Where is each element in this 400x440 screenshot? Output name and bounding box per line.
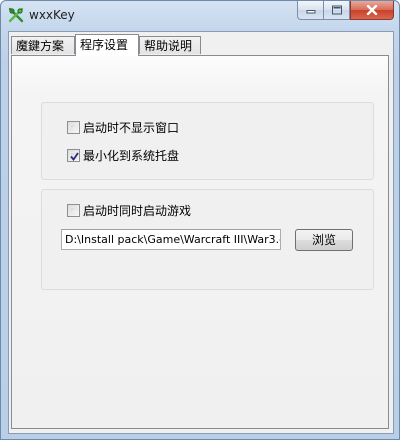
hide-window-option[interactable]: 启动时不显示窗口 (67, 119, 179, 135)
window-client-area: 魔鍵方案 程序设置 帮助说明 启动时不显示窗口 最小化到系统托盘 启动时同时启动… (8, 31, 394, 434)
app-window: wxxKey 魔鍵方案 程序设置 帮助说明 启动时不显示窗口 最小化到系统托盘 … (0, 0, 400, 440)
minimize-button[interactable] (297, 1, 323, 20)
settings-panel: 启动时不显示窗口 最小化到系统托盘 启动时同时启动游戏 D:\Install p… (11, 55, 389, 429)
close-icon (366, 5, 378, 15)
minimize-to-tray-checkbox[interactable] (67, 148, 80, 162)
minimize-to-tray-label[interactable]: 最小化到系统托盘 (83, 147, 179, 164)
tab-help[interactable]: 帮助说明 (139, 36, 201, 54)
launch-game-checkbox[interactable] (67, 203, 80, 217)
close-button[interactable] (350, 1, 394, 20)
checkmark-icon (70, 151, 79, 161)
tab-program-settings[interactable]: 程序设置 (75, 34, 139, 56)
browse-button[interactable]: 浏览 (295, 229, 353, 251)
hide-window-checkbox[interactable] (67, 120, 80, 134)
minimize-to-tray-option[interactable]: 最小化到系统托盘 (67, 147, 179, 163)
hide-window-label[interactable]: 启动时不显示窗口 (83, 119, 179, 136)
title-bar[interactable]: wxxKey (1, 1, 399, 31)
maximize-button[interactable] (323, 1, 350, 20)
wxxkey-logo-icon (8, 7, 24, 23)
game-path-input[interactable]: D:\Install pack\Game\Warcraft III\War3.e… (61, 229, 281, 250)
minimize-icon (306, 10, 315, 14)
launch-game-label[interactable]: 启动时同时启动游戏 (83, 202, 191, 219)
launch-game-option[interactable]: 启动时同时启动游戏 (67, 202, 191, 218)
window-options-group (41, 102, 374, 180)
caption-buttons (297, 1, 394, 20)
window-title: wxxKey (29, 8, 75, 22)
tab-key-schemes[interactable]: 魔鍵方案 (11, 36, 75, 54)
maximize-icon (331, 5, 342, 15)
